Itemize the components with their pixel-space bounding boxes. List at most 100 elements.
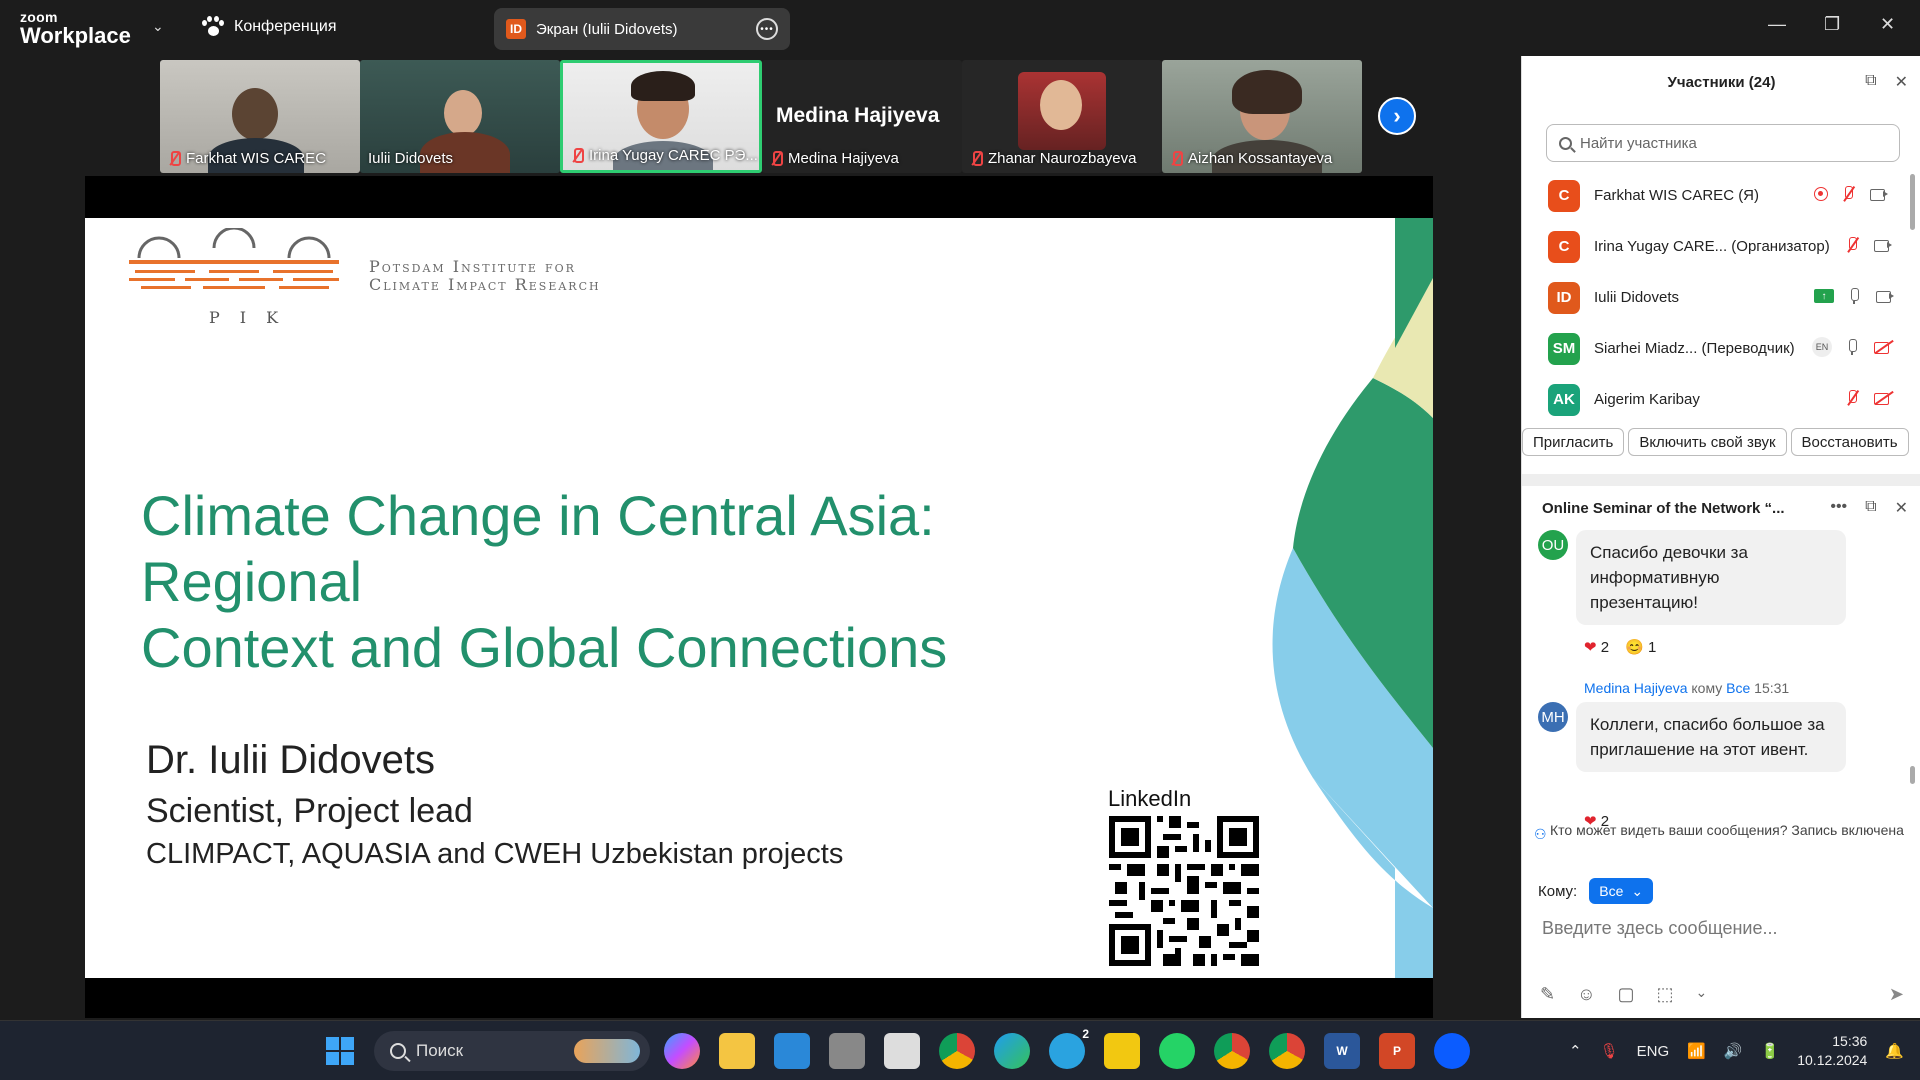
store-icon[interactable] xyxy=(774,1033,810,1069)
chat-title: Online Seminar of the Network “... xyxy=(1542,499,1785,517)
mic-icon[interactable] xyxy=(1844,339,1862,355)
org-line-1: Potsdam Institute for xyxy=(369,257,576,276)
reactions: ❤ 2 😊 1 xyxy=(1584,638,1656,656)
recipient-select[interactable]: Все ⌄ xyxy=(1589,878,1654,904)
video-tile[interactable]: Iulii Didovets xyxy=(360,60,560,173)
telegram-icon[interactable]: 2 xyxy=(1049,1027,1089,1069)
close-button[interactable]: ✕ xyxy=(1880,14,1895,35)
mic-off-icon xyxy=(970,150,983,167)
invite-button[interactable]: Пригласить xyxy=(1522,428,1625,456)
screenshot-icon[interactable]: ⬚ xyxy=(1657,984,1674,1005)
participant-row[interactable]: AK Aigerim Karibay xyxy=(1522,374,1902,425)
reaction[interactable]: 😊 1 xyxy=(1625,638,1656,656)
participant-row[interactable]: C Farkhat WIS CAREC (Я) xyxy=(1522,170,1902,221)
chevron-up-icon[interactable]: ⌃ xyxy=(1569,1042,1582,1060)
participant-row[interactable]: C Irina Yugay CARE... (Организатор) xyxy=(1522,221,1902,272)
edge-icon[interactable] xyxy=(994,1033,1030,1069)
logo-small-text: zoom xyxy=(20,9,58,25)
participant-row[interactable]: SM Siarhei Miadz... (Переводчик) EN xyxy=(1522,323,1902,374)
unmute-self-button[interactable]: Включить свой звук xyxy=(1628,428,1787,456)
copilot-icon[interactable] xyxy=(664,1033,700,1069)
chrome-profile-icon[interactable] xyxy=(1214,1033,1250,1069)
chevron-down-icon[interactable]: ⌄ xyxy=(1696,984,1708,1005)
power-bi-icon[interactable] xyxy=(1104,1033,1140,1069)
recipient-name: Все xyxy=(1726,680,1751,696)
side-panel: Участники (24) ⧉ ✕ Найти участника C Far… xyxy=(1521,56,1920,1018)
clock[interactable]: 15:36 10.12.2024 xyxy=(1797,1032,1867,1070)
chevron-down-icon[interactable]: ⌄ xyxy=(152,18,164,35)
mic-off-icon[interactable] xyxy=(1840,186,1858,202)
paw-icon xyxy=(202,16,224,38)
video-tile[interactable]: Medina Hajiyeva Medina Hajiyeva xyxy=(762,60,962,173)
minimize-button[interactable]: — xyxy=(1768,14,1786,35)
camera-icon[interactable] xyxy=(1876,288,1894,304)
microphone-icon[interactable]: 🎙 xyxy=(1600,1042,1619,1060)
taskbar-search[interactable]: Поиск xyxy=(374,1031,650,1071)
windows-start-icon[interactable] xyxy=(326,1037,354,1065)
more-icon[interactable]: ••• xyxy=(756,18,778,40)
video-tile-active[interactable]: Irina Yugay CAREC РЭ... xyxy=(560,60,762,173)
avatar: OU xyxy=(1538,530,1568,560)
participants-title: Участники (24) xyxy=(1667,73,1776,91)
video-tile[interactable]: Aizhan Kossantayeva xyxy=(1162,60,1362,173)
video-tile[interactable]: Farkhat WIS CAREC xyxy=(160,60,360,173)
snipping-tool-icon[interactable] xyxy=(884,1033,920,1069)
no-video-name: Medina Hajiyeva xyxy=(776,104,940,127)
emoji-icon[interactable]: ☺ xyxy=(1577,984,1595,1005)
taskbar-apps: 2 W P xyxy=(664,1027,1470,1069)
send-icon[interactable]: ➤ xyxy=(1889,984,1904,1005)
word-icon[interactable]: W xyxy=(1324,1033,1360,1069)
chrome-icon[interactable] xyxy=(939,1033,975,1069)
zoom-app-icon[interactable] xyxy=(1434,1033,1470,1069)
chrome-profile-icon[interactable] xyxy=(1269,1033,1305,1069)
close-icon[interactable]: ✕ xyxy=(1895,498,1908,518)
participant-row[interactable]: ID Iulii Didovets ↑ xyxy=(1522,272,1902,323)
search-highlight-icon xyxy=(574,1039,640,1063)
pop-out-icon[interactable]: ⧉ xyxy=(1865,72,1876,92)
calculator-icon[interactable] xyxy=(829,1033,865,1069)
camera-off-icon[interactable] xyxy=(1874,339,1892,355)
language-indicator[interactable]: ENG xyxy=(1637,1043,1670,1060)
more-icon[interactable]: ••• xyxy=(1830,498,1847,518)
conference-menu[interactable]: Конференция xyxy=(202,16,337,38)
heart-icon: ❤ xyxy=(1584,639,1597,656)
presenter-projects: CLIMPACT, AQUASIA and CWEH Uzbekistan pr… xyxy=(146,838,844,870)
recipient-value: Все xyxy=(1599,883,1624,899)
camera-off-icon[interactable] xyxy=(1874,390,1892,406)
zoom-logo: zoom Workplace xyxy=(20,10,131,47)
screen-share-pill[interactable]: ID Экран (Iulii Didovets) ••• xyxy=(494,8,790,50)
tile-name: Irina Yugay CAREC РЭ... xyxy=(589,147,758,164)
camera-icon[interactable] xyxy=(1870,186,1888,202)
pop-out-icon[interactable]: ⧉ xyxy=(1865,498,1876,518)
camera-icon[interactable] xyxy=(1874,237,1892,253)
file-icon[interactable]: ▢ xyxy=(1617,984,1634,1005)
restore-button[interactable]: ❐ xyxy=(1824,14,1840,35)
chat-scrollbar[interactable] xyxy=(1910,766,1915,784)
powerpoint-icon[interactable]: P xyxy=(1379,1033,1415,1069)
sender-name[interactable]: Medina Hajiyeva xyxy=(1584,680,1688,696)
close-icon[interactable]: ✕ xyxy=(1895,72,1908,92)
chat-visibility-hint[interactable]: ⚇ Кто может видеть ваши сообщения? Запис… xyxy=(1534,822,1920,842)
mic-icon[interactable] xyxy=(1846,288,1864,304)
battery-icon[interactable]: 🔋 xyxy=(1761,1042,1780,1060)
mic-off-icon[interactable] xyxy=(1844,237,1862,253)
participant-search-input[interactable]: Найти участника xyxy=(1546,124,1900,162)
format-icon[interactable]: ✎ xyxy=(1540,984,1555,1005)
mic-off-icon[interactable] xyxy=(1844,390,1862,406)
pik-logo xyxy=(129,228,339,289)
participants-scrollbar[interactable] xyxy=(1910,174,1915,230)
reaction-count: 1 xyxy=(1647,639,1657,656)
whatsapp-icon[interactable] xyxy=(1159,1033,1195,1069)
notification-bell-icon[interactable]: 🔔 xyxy=(1885,1042,1904,1060)
screen-share-label: Экран (Iulii Didovets) xyxy=(536,20,678,38)
volume-icon[interactable]: 🔊 xyxy=(1724,1042,1743,1060)
reaction[interactable]: ❤ 2 xyxy=(1584,638,1609,656)
chat-input[interactable]: Введите здесь сообщение... xyxy=(1542,918,1778,939)
conference-label: Конференция xyxy=(234,18,337,35)
file-explorer-icon[interactable] xyxy=(719,1033,755,1069)
next-page-button[interactable]: › xyxy=(1378,97,1416,135)
wifi-icon[interactable]: 📶 xyxy=(1687,1042,1706,1060)
video-tile[interactable]: Zhanar Naurozbayeva xyxy=(962,60,1162,173)
slide-title: Climate Change in Central Asia: Regional… xyxy=(141,483,1141,681)
restore-button[interactable]: Восстановить xyxy=(1790,428,1909,456)
